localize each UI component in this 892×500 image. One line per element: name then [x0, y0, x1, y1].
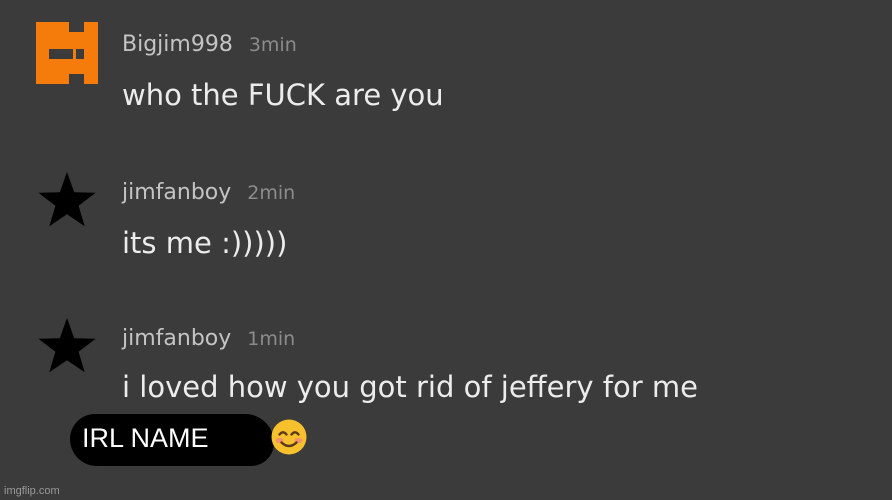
- comment-meta: jimfanboy 1min: [122, 326, 295, 351]
- comment-text: who the FUCK are you: [122, 78, 444, 112]
- comment-text: i loved how you got rid of jeffery for m…: [122, 370, 698, 404]
- username[interactable]: Bigjim998: [122, 32, 233, 57]
- timestamp: 3min: [248, 34, 297, 56]
- redaction-label: IRL NAME: [82, 423, 209, 453]
- smiling-face-emoji-icon: [270, 418, 308, 456]
- timestamp: 2min: [247, 182, 296, 204]
- black-star-icon[interactable]: [36, 316, 98, 378]
- comment-meta: Bigjim998 3min: [122, 32, 297, 57]
- username[interactable]: jimfanboy: [122, 180, 231, 205]
- orange-block-logo-icon[interactable]: [36, 22, 98, 84]
- black-star-icon[interactable]: [36, 170, 98, 232]
- comment-meta: jimfanboy 2min: [122, 180, 295, 205]
- comment-text: its me :))))): [122, 226, 288, 260]
- watermark: imgflip.com: [4, 485, 60, 497]
- timestamp: 1min: [247, 328, 296, 350]
- username[interactable]: jimfanboy: [122, 326, 231, 351]
